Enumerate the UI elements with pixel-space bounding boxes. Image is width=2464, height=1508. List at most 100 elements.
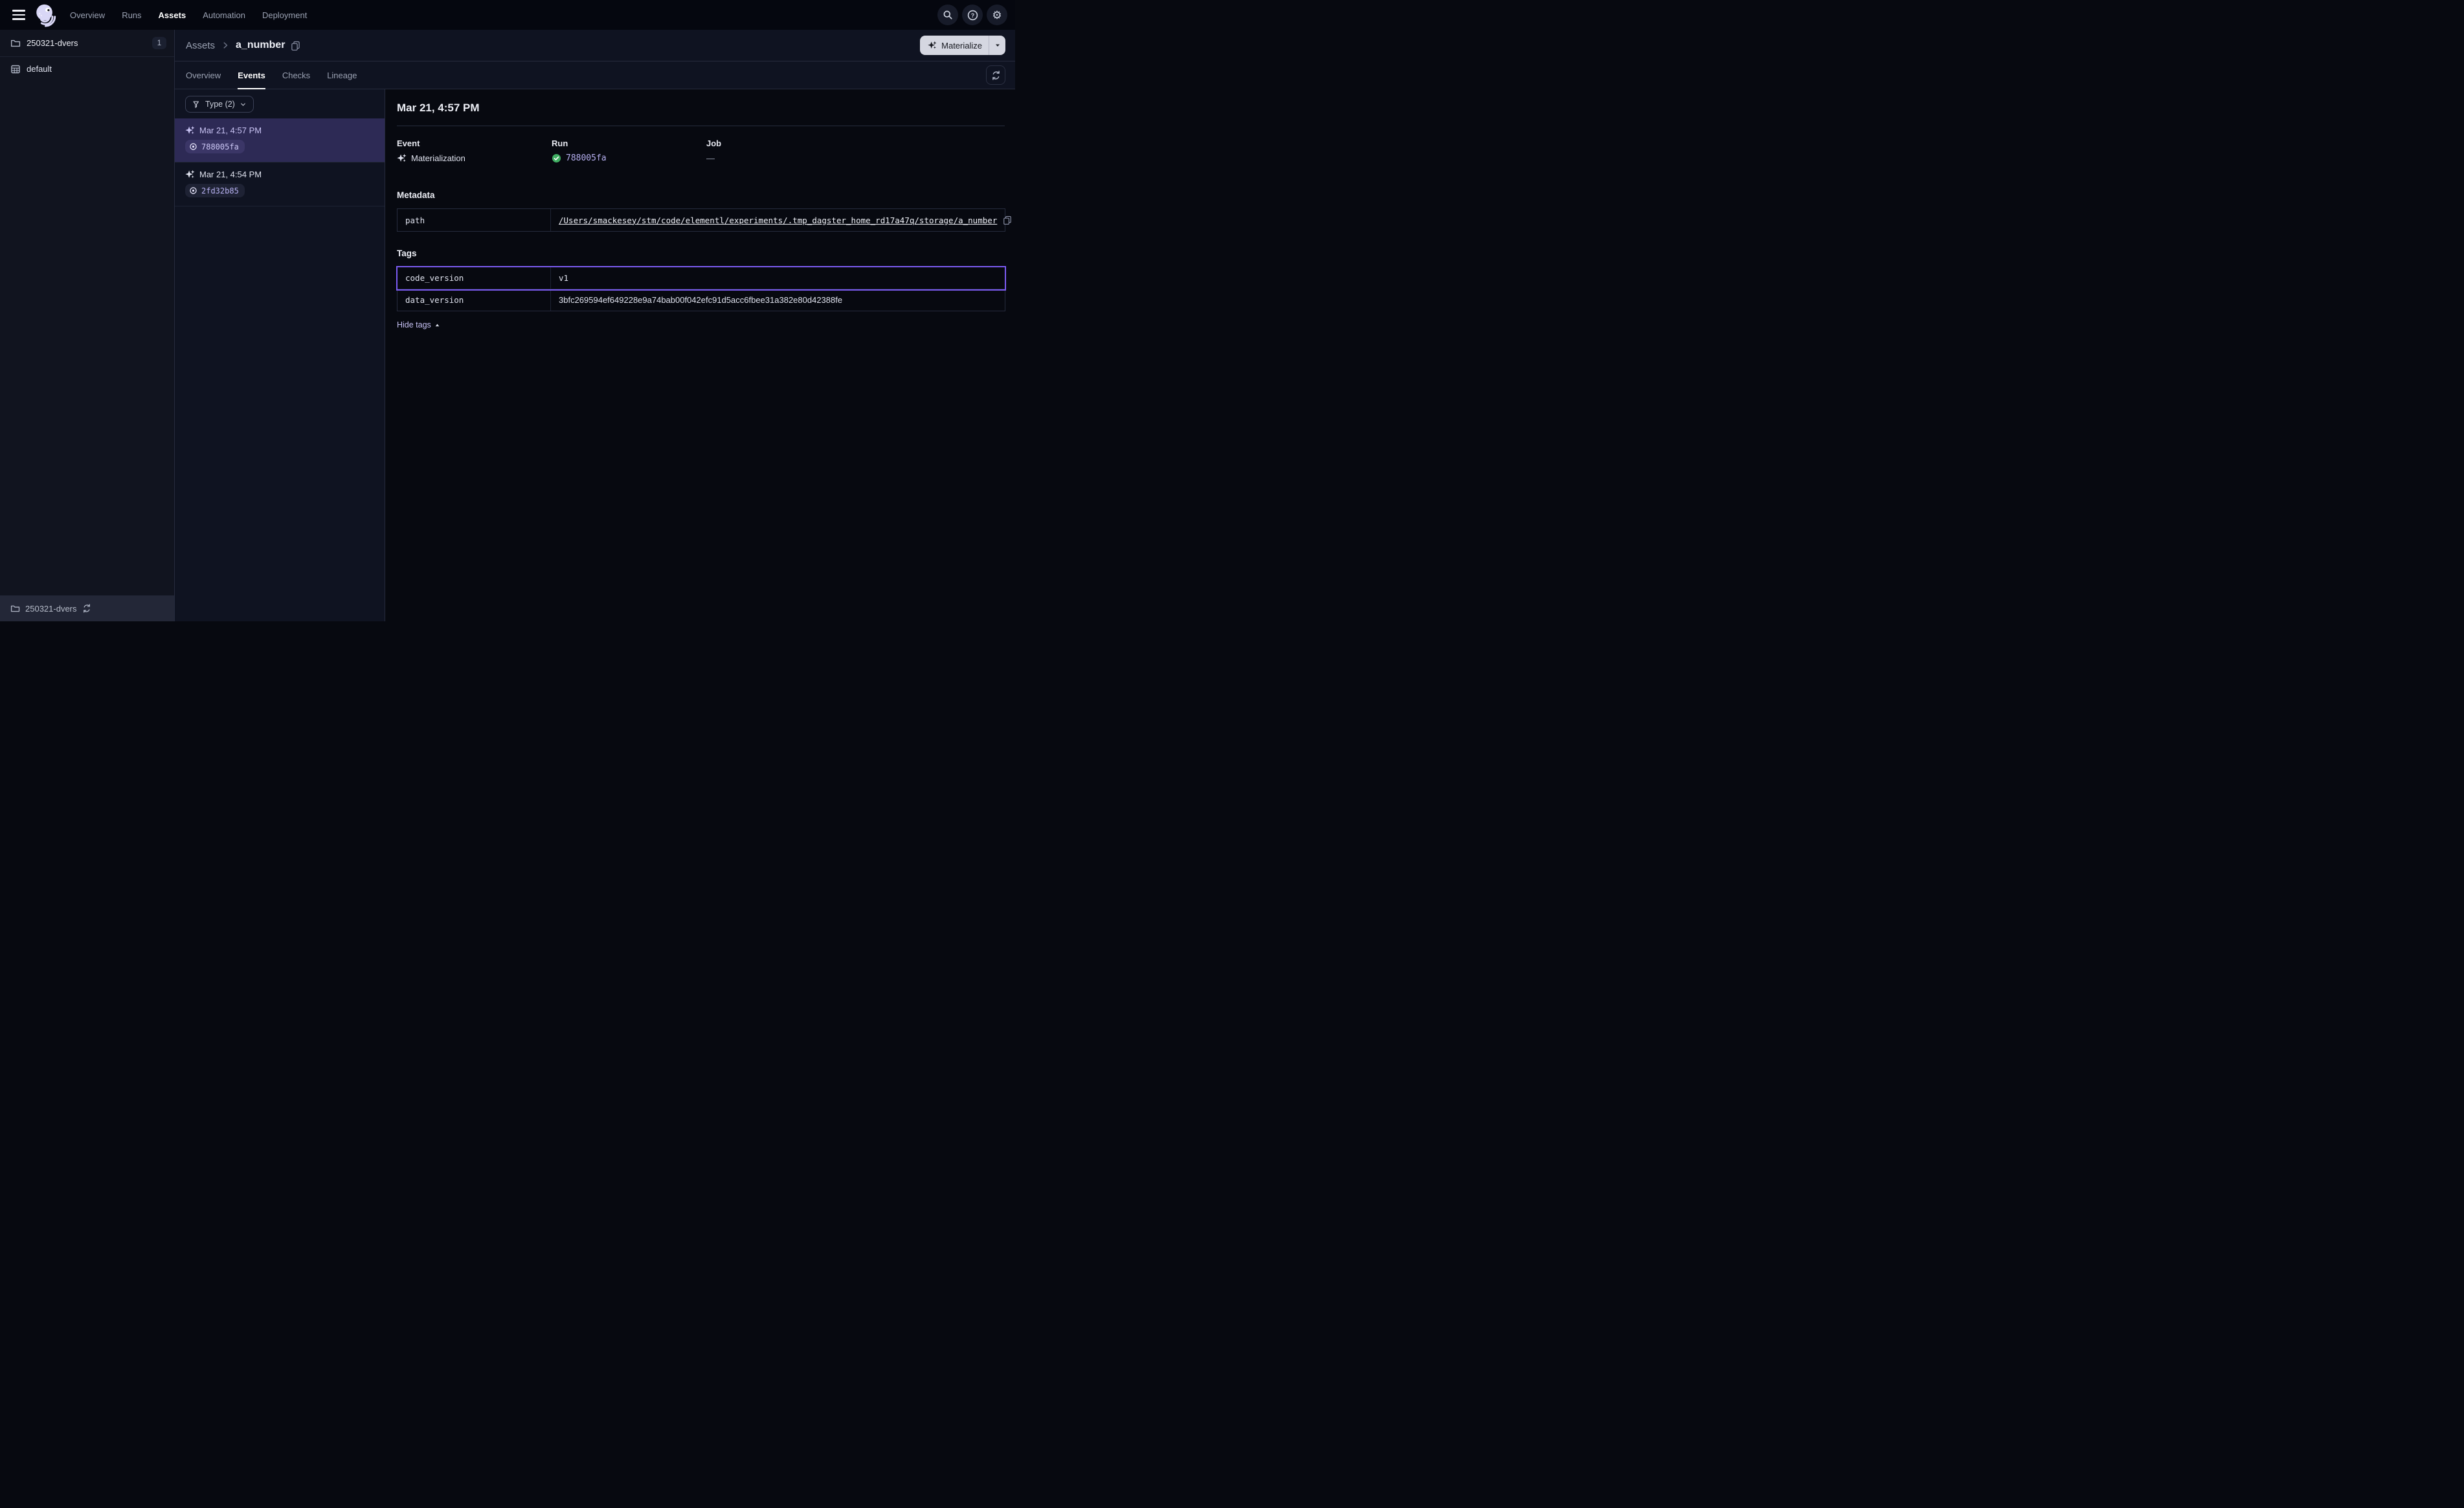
run-success-icon: [552, 153, 561, 163]
run-id-link[interactable]: 788005fa: [566, 153, 607, 163]
dagster-app: Overview Runs Assets Automation Deployme…: [0, 0, 1015, 621]
hide-tags-label: Hide tags: [397, 320, 431, 329]
event-column-label: Event: [397, 139, 552, 148]
run-id: 788005fa: [201, 142, 239, 151]
event-timestamp: Mar 21, 4:57 PM: [199, 126, 262, 135]
folder-icon: [10, 604, 20, 614]
chevron-right-icon: [221, 41, 230, 50]
copy-path-button[interactable]: [1003, 216, 1012, 225]
filter-row: Type (2): [175, 89, 385, 118]
tag-key: data_version: [398, 289, 551, 311]
search-button[interactable]: [937, 5, 958, 25]
materialization-sparkle-icon: [185, 170, 195, 179]
run-status-icon: [189, 186, 197, 195]
event-list-item[interactable]: Mar 21, 4:54 PM 2fd32b85: [175, 162, 385, 206]
event-detail-panel: Mar 21, 4:57 PM Event Materialization Ru…: [385, 89, 1015, 621]
chevron-down-icon: [240, 101, 247, 108]
tags-heading: Tags: [397, 249, 1005, 258]
gear-icon: ⚙: [992, 10, 1002, 21]
hamburger-menu-icon[interactable]: [8, 5, 30, 25]
run-column-label: Run: [552, 139, 706, 148]
sync-icon[interactable]: [82, 604, 91, 613]
filter-icon: [192, 100, 201, 109]
materialize-button-group: Materialize: [920, 36, 1005, 55]
metadata-path-link[interactable]: /Users/smackesey/stm/code/elementl/exper…: [559, 216, 997, 225]
metadata-key: path: [398, 209, 551, 231]
nav-item-automation[interactable]: Automation: [203, 10, 245, 20]
event-type-value: Materialization: [411, 153, 465, 163]
table-row-code-version[interactable]: code_version v1: [398, 267, 1005, 289]
sidebar-item-code-location[interactable]: 250321-dvers 1: [0, 30, 174, 57]
sparkle-icon: [928, 41, 937, 50]
asset-tabs: Overview Events Checks Lineage: [175, 61, 1015, 89]
run-status-icon: [189, 142, 197, 151]
tab-overview[interactable]: Overview: [186, 61, 221, 89]
tab-checks[interactable]: Checks: [282, 61, 310, 89]
job-column: Job —: [706, 139, 861, 163]
sidebar-footer[interactable]: 250321-dvers: [0, 595, 174, 621]
event-column: Event Materialization: [397, 139, 552, 163]
event-summary-columns: Event Materialization Run: [397, 139, 1005, 163]
footer-code-location-name: 250321-dvers: [25, 604, 77, 614]
event-detail-title: Mar 21, 4:57 PM: [397, 102, 1005, 115]
type-filter-label: Type (2): [205, 100, 235, 109]
metadata-table: path /Users/smackesey/stm/code/elementl/…: [397, 208, 1005, 232]
tab-lineage[interactable]: Lineage: [327, 61, 357, 89]
event-list-item[interactable]: Mar 21, 4:57 PM 788005fa: [175, 118, 385, 162]
tab-events[interactable]: Events: [238, 61, 265, 89]
breadcrumb-assets-link[interactable]: Assets: [186, 40, 215, 51]
code-location-name: 250321-dvers: [27, 38, 78, 48]
help-icon: ?: [967, 10, 978, 21]
triangle-up-icon: [434, 322, 440, 328]
dagster-logo-icon[interactable]: [32, 2, 58, 28]
tag-key: code_version: [398, 267, 551, 289]
nav-item-runs[interactable]: Runs: [122, 10, 141, 20]
refresh-icon: [991, 71, 1001, 80]
nav-item-assets[interactable]: Assets: [159, 10, 186, 20]
asset-header: Assets a_number Materialize: [175, 30, 1015, 89]
refresh-button[interactable]: [986, 65, 1005, 85]
copy-icon: [291, 41, 300, 50]
metadata-heading: Metadata: [397, 190, 1005, 200]
nav-actions: ? ⚙: [937, 5, 1007, 25]
folder-icon: [10, 38, 21, 49]
group-name: default: [27, 64, 52, 74]
asset-group-icon: [10, 64, 21, 74]
job-column-label: Job: [706, 139, 861, 148]
asset-name: a_number: [236, 39, 285, 51]
caret-down-icon: [994, 42, 1001, 49]
materialize-label: Materialize: [941, 41, 982, 50]
nav-item-overview[interactable]: Overview: [70, 10, 105, 20]
event-time-row: Mar 21, 4:54 PM: [185, 170, 374, 179]
type-filter-button[interactable]: Type (2): [185, 96, 254, 113]
materialization-sparkle-icon: [397, 153, 407, 163]
primary-nav: Overview Runs Assets Automation Deployme…: [70, 10, 307, 20]
materialization-sparkle-icon: [185, 126, 195, 135]
nav-item-deployment[interactable]: Deployment: [262, 10, 307, 20]
run-id-pill[interactable]: 788005fa: [185, 140, 245, 153]
hide-tags-link[interactable]: Hide tags: [397, 320, 440, 329]
settings-button[interactable]: ⚙: [987, 5, 1007, 25]
events-list-panel: Type (2) Mar 21, 4:57 PM: [175, 89, 385, 621]
materialize-button[interactable]: Materialize: [920, 41, 989, 50]
run-column: Run 788005fa: [552, 139, 706, 163]
copy-icon: [1003, 216, 1012, 225]
search-icon: [943, 10, 953, 20]
event-timestamp: Mar 21, 4:54 PM: [199, 170, 262, 179]
run-id: 2fd32b85: [201, 186, 239, 195]
help-button[interactable]: ?: [962, 5, 983, 25]
run-id-pill[interactable]: 2fd32b85: [185, 184, 245, 197]
asset-catalog-sidebar: 250321-dvers 1 default 250321-dvers: [0, 30, 175, 621]
tag-value: v1: [551, 267, 1005, 289]
job-empty-value: —: [706, 153, 715, 163]
top-nav: Overview Runs Assets Automation Deployme…: [0, 0, 1015, 30]
copy-asset-name-button[interactable]: [291, 41, 300, 50]
svg-text:?: ?: [970, 12, 974, 18]
breadcrumb: Assets a_number Materialize: [175, 30, 1015, 61]
sidebar-item-group-default[interactable]: default: [0, 57, 174, 81]
table-row-data-version[interactable]: data_version 3bfc269594ef649228e9a74bab0…: [398, 289, 1005, 311]
tag-value: 3bfc269594ef649228e9a74bab00f042efc91d5a…: [551, 289, 1005, 311]
materialize-dropdown-button[interactable]: [989, 36, 1005, 55]
asset-count-badge: 1: [152, 37, 166, 49]
table-row: path /Users/smackesey/stm/code/elementl/…: [398, 209, 1005, 231]
